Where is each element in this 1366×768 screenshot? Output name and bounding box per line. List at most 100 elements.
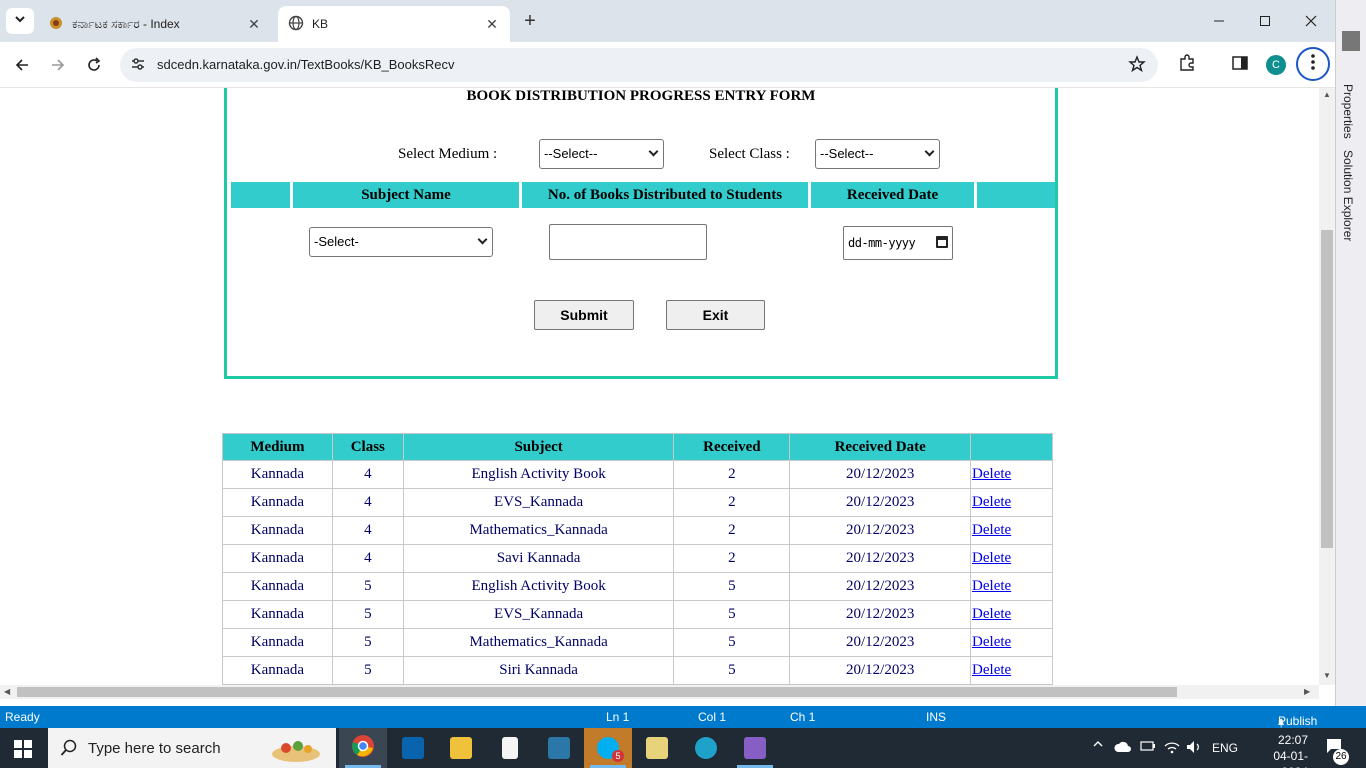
table-header-row: Medium Class Subject Received Received D… bbox=[222, 433, 1053, 461]
header-subject-name: Subject Name bbox=[293, 182, 519, 208]
form-title: BOOK DISTRIBUTION PROGRESS ENTRY FORM bbox=[466, 88, 816, 104]
subject-select[interactable]: -Select- bbox=[309, 227, 493, 257]
caret-up-icon: ▴ bbox=[1278, 714, 1285, 728]
url-text: sdcedn.karnataka.gov.in/TextBooks/KB_Boo… bbox=[157, 57, 455, 72]
scrollbar-thumb[interactable] bbox=[17, 687, 1177, 697]
cell-subject: Siri Kannada bbox=[402, 656, 675, 685]
taskbar-outlook[interactable] bbox=[389, 728, 437, 768]
table-row: Kannada 4 Mathematics_Kannada 2 20/12/2023 De… bbox=[222, 516, 1053, 545]
delete-link[interactable]: Delete bbox=[972, 466, 1011, 482]
class-select[interactable]: --Select-- bbox=[815, 139, 940, 169]
taskbar-skype[interactable]: 5 bbox=[584, 728, 632, 768]
battery-icon[interactable] bbox=[1140, 740, 1156, 755]
scroll-down-icon[interactable]: ▼ bbox=[1323, 671, 1331, 680]
delete-link[interactable]: Delete bbox=[972, 522, 1011, 538]
cell-class: 4 bbox=[331, 544, 404, 573]
new-tab-button[interactable]: + bbox=[518, 10, 542, 34]
visual-studio-icon bbox=[744, 737, 766, 759]
delete-link[interactable]: Delete bbox=[972, 634, 1011, 650]
reload-button[interactable] bbox=[79, 50, 109, 80]
site-settings-icon[interactable] bbox=[130, 56, 146, 77]
solution-explorer-tab[interactable]: Solution Explorer bbox=[1341, 150, 1355, 241]
books-distributed-input[interactable] bbox=[549, 224, 707, 260]
close-icon[interactable]: ✕ bbox=[242, 16, 266, 33]
delete-link[interactable]: Delete bbox=[972, 494, 1011, 510]
scroll-up-icon[interactable]: ▲ bbox=[1323, 90, 1331, 99]
entry-form: BOOK DISTRIBUTION PROGRESS ENTRY FORM Se… bbox=[224, 88, 1058, 379]
calendar-icon[interactable] bbox=[936, 236, 948, 248]
more-vertical-icon bbox=[1311, 53, 1315, 75]
browser-menu-button[interactable] bbox=[1296, 47, 1330, 81]
cloud-icon[interactable] bbox=[1114, 740, 1132, 757]
skype-badge: 5 bbox=[612, 750, 624, 762]
scrollbar-thumb[interactable] bbox=[1321, 230, 1333, 548]
scroll-right-icon[interactable]: ▶ bbox=[1304, 687, 1310, 696]
horizontal-scrollbar[interactable]: ◀ ▶ bbox=[0, 685, 1319, 699]
windows-start-icon[interactable] bbox=[14, 740, 32, 763]
table-row: Kannada 5 Siri Kannada 5 20/12/2023 Delete bbox=[222, 656, 1053, 685]
maximize-button[interactable] bbox=[1242, 6, 1288, 36]
cell-medium: Kannada bbox=[222, 460, 333, 489]
cell-class: 5 bbox=[331, 656, 404, 685]
taskbar-sql-app[interactable] bbox=[535, 728, 583, 768]
minimize-button[interactable] bbox=[1196, 6, 1242, 36]
cell-class: 5 bbox=[331, 628, 404, 657]
toolbox-icon[interactable] bbox=[1342, 31, 1360, 51]
tab-karnataka-index[interactable]: ಕರ್ನಾಟಕ ಸರ್ಕಾರ - Index ✕ bbox=[40, 6, 272, 42]
wifi-icon[interactable] bbox=[1164, 740, 1180, 757]
cell-medium: Kannada bbox=[222, 600, 333, 629]
window-close-button[interactable] bbox=[1288, 6, 1334, 36]
language-indicator[interactable]: ENG bbox=[1212, 741, 1238, 755]
header-books-distributed: No. of Books Distributed to Students bbox=[522, 182, 808, 208]
back-button[interactable] bbox=[7, 50, 37, 80]
scroll-left-icon[interactable]: ◀ bbox=[4, 687, 10, 696]
received-date-input[interactable]: dd-mm-yyyy bbox=[843, 226, 953, 260]
taskbar-chart-app[interactable] bbox=[633, 728, 681, 768]
chrome-icon bbox=[351, 734, 375, 763]
medium-select[interactable]: --Select-- bbox=[539, 139, 664, 169]
side-panel-icon[interactable] bbox=[1231, 54, 1249, 77]
cell-action: Delete bbox=[970, 572, 1053, 601]
cell-received-date: 20/12/2023 bbox=[789, 628, 972, 657]
vertical-scrollbar[interactable]: ▲ ▼ bbox=[1319, 88, 1335, 685]
delete-link[interactable]: Delete bbox=[972, 606, 1011, 622]
cell-action: Delete bbox=[970, 656, 1053, 685]
taskbar-chrome[interactable] bbox=[339, 728, 387, 768]
cell-medium: Kannada bbox=[222, 572, 333, 601]
cell-class: 4 bbox=[331, 516, 404, 545]
taskbar-edge[interactable] bbox=[682, 728, 730, 768]
properties-tab[interactable]: Properties bbox=[1341, 84, 1355, 139]
table-row: Kannada 4 English Activity Book 2 20/12/2023… bbox=[222, 460, 1053, 489]
forward-button[interactable] bbox=[43, 50, 73, 80]
cell-subject: Mathematics_Kannada bbox=[402, 628, 675, 657]
taskbar-file-explorer[interactable] bbox=[437, 728, 485, 768]
col-class: Class bbox=[331, 433, 404, 461]
bookmark-star-icon[interactable] bbox=[1128, 55, 1146, 78]
taskbar-notepad[interactable] bbox=[486, 728, 534, 768]
profile-avatar[interactable]: C bbox=[1266, 55, 1286, 75]
address-bar[interactable]: sdcedn.karnataka.gov.in/TextBooks/KB_Boo… bbox=[120, 48, 1158, 82]
chevron-up-icon[interactable] bbox=[1092, 738, 1104, 753]
class-label: Select Class : bbox=[709, 146, 790, 162]
taskbar-search-box[interactable]: Type here to search bbox=[48, 728, 336, 768]
delete-link[interactable]: Delete bbox=[972, 662, 1011, 678]
col-subject: Subject bbox=[402, 433, 675, 461]
taskbar-visual-studio[interactable] bbox=[731, 728, 779, 768]
table-row: Kannada 4 Savi Kannada 2 20/12/2023 Delete bbox=[222, 544, 1053, 573]
cell-received-date: 20/12/2023 bbox=[789, 656, 972, 685]
volume-icon[interactable] bbox=[1186, 740, 1202, 757]
delete-link[interactable]: Delete bbox=[972, 578, 1011, 594]
close-icon[interactable]: ✕ bbox=[480, 16, 504, 33]
extensions-icon[interactable] bbox=[1178, 54, 1196, 77]
browser-tab-strip: ಕರ್ನಾಟಕ ಸರ್ಕಾರ - Index ✕ KB ✕ + bbox=[0, 0, 1335, 42]
table-row: Kannada 4 EVS_Kannada 2 20/12/2023 Delete bbox=[222, 488, 1053, 517]
tab-kb[interactable]: KB ✕ bbox=[278, 6, 510, 42]
chart-app-icon bbox=[646, 737, 668, 759]
taskbar-clock[interactable]: 22:07 04-01-2024 bbox=[1248, 732, 1308, 768]
status-char: Ch 1 bbox=[790, 710, 816, 724]
exit-button[interactable]: Exit bbox=[666, 300, 765, 330]
submit-button[interactable]: Submit bbox=[534, 300, 634, 330]
delete-link[interactable]: Delete bbox=[972, 550, 1011, 566]
tab-title: KB bbox=[312, 17, 329, 31]
tab-search-button[interactable] bbox=[6, 8, 34, 34]
